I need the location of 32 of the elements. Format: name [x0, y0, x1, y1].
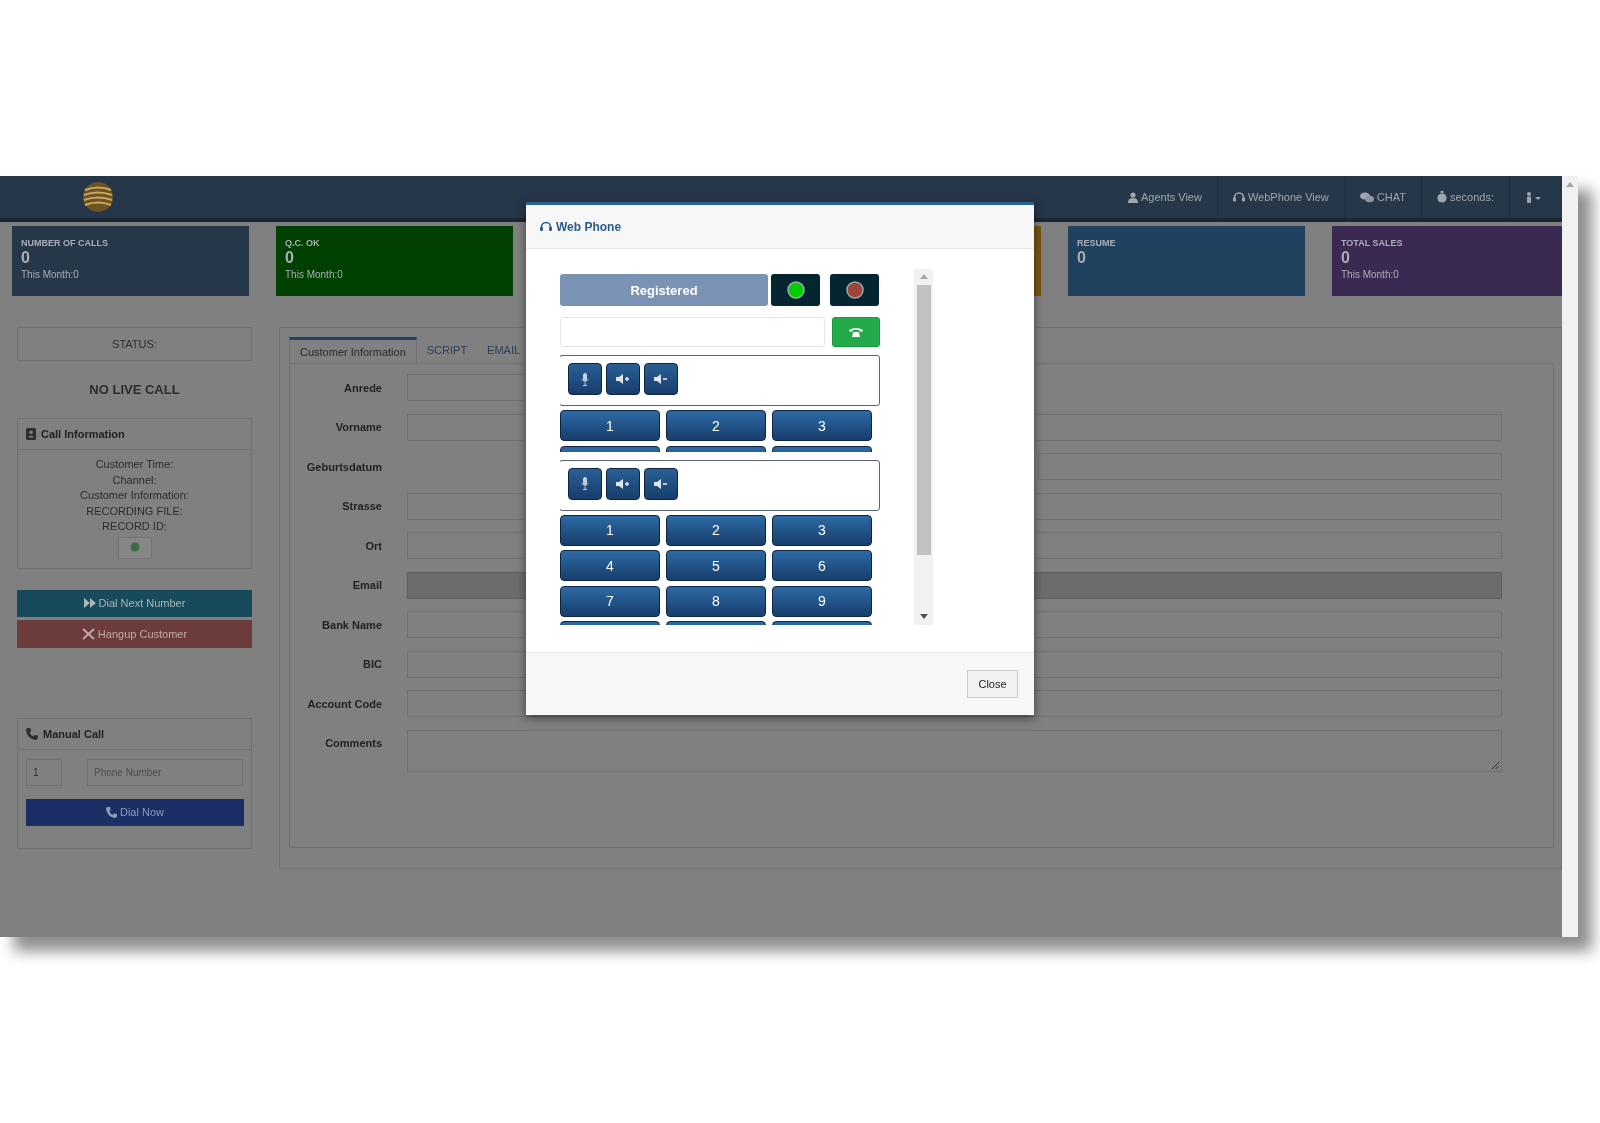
- card-subtitle: This Month:0: [21, 269, 80, 280]
- card-title: Q.C. OK: [285, 238, 321, 248]
- card-title: NUMBER OF CALLS: [21, 238, 109, 248]
- info-label: RECORDING FILE:: [85, 503, 184, 519]
- registration-status: Registered: [560, 274, 768, 306]
- field-label: BIC: [362, 658, 382, 670]
- card-subtitle: This Month:0: [285, 269, 344, 280]
- field-label: Bank Name: [321, 618, 382, 631]
- card-value: 0: [21, 249, 31, 267]
- panel-title: Manual Call: [43, 727, 105, 740]
- dialog-title: Web Phone: [556, 219, 622, 234]
- status-label: STATUS:: [112, 338, 157, 350]
- info-label: Customer Time:: [94, 457, 175, 472]
- info-label: Channel:: [111, 472, 158, 488]
- card-title: TOTAL SALES: [1341, 238, 1404, 248]
- field-label: Geburtsdatum: [305, 460, 382, 473]
- info-label: RECORD ID:: [101, 519, 168, 535]
- card-value: 0: [285, 249, 295, 267]
- field-label: Ort: [364, 539, 382, 552]
- field-label: Vorname: [334, 421, 382, 433]
- live-call-status: NO LIVE CALL: [88, 381, 181, 399]
- card-value: 0: [1341, 249, 1351, 267]
- field-label: Email: [351, 579, 382, 591]
- field-label: Comments: [324, 735, 382, 749]
- panel-title: Call Information: [41, 428, 125, 440]
- card-title: RESUME: [1077, 238, 1117, 248]
- card-value: 0: [1077, 249, 1087, 267]
- field-label: Strasse: [341, 500, 382, 512]
- field-label: Account Code: [306, 697, 382, 710]
- card-subtitle: This Month:0: [1341, 269, 1400, 280]
- info-label: Customer Information:: [79, 488, 190, 504]
- field-label: Anrede: [343, 381, 382, 394]
